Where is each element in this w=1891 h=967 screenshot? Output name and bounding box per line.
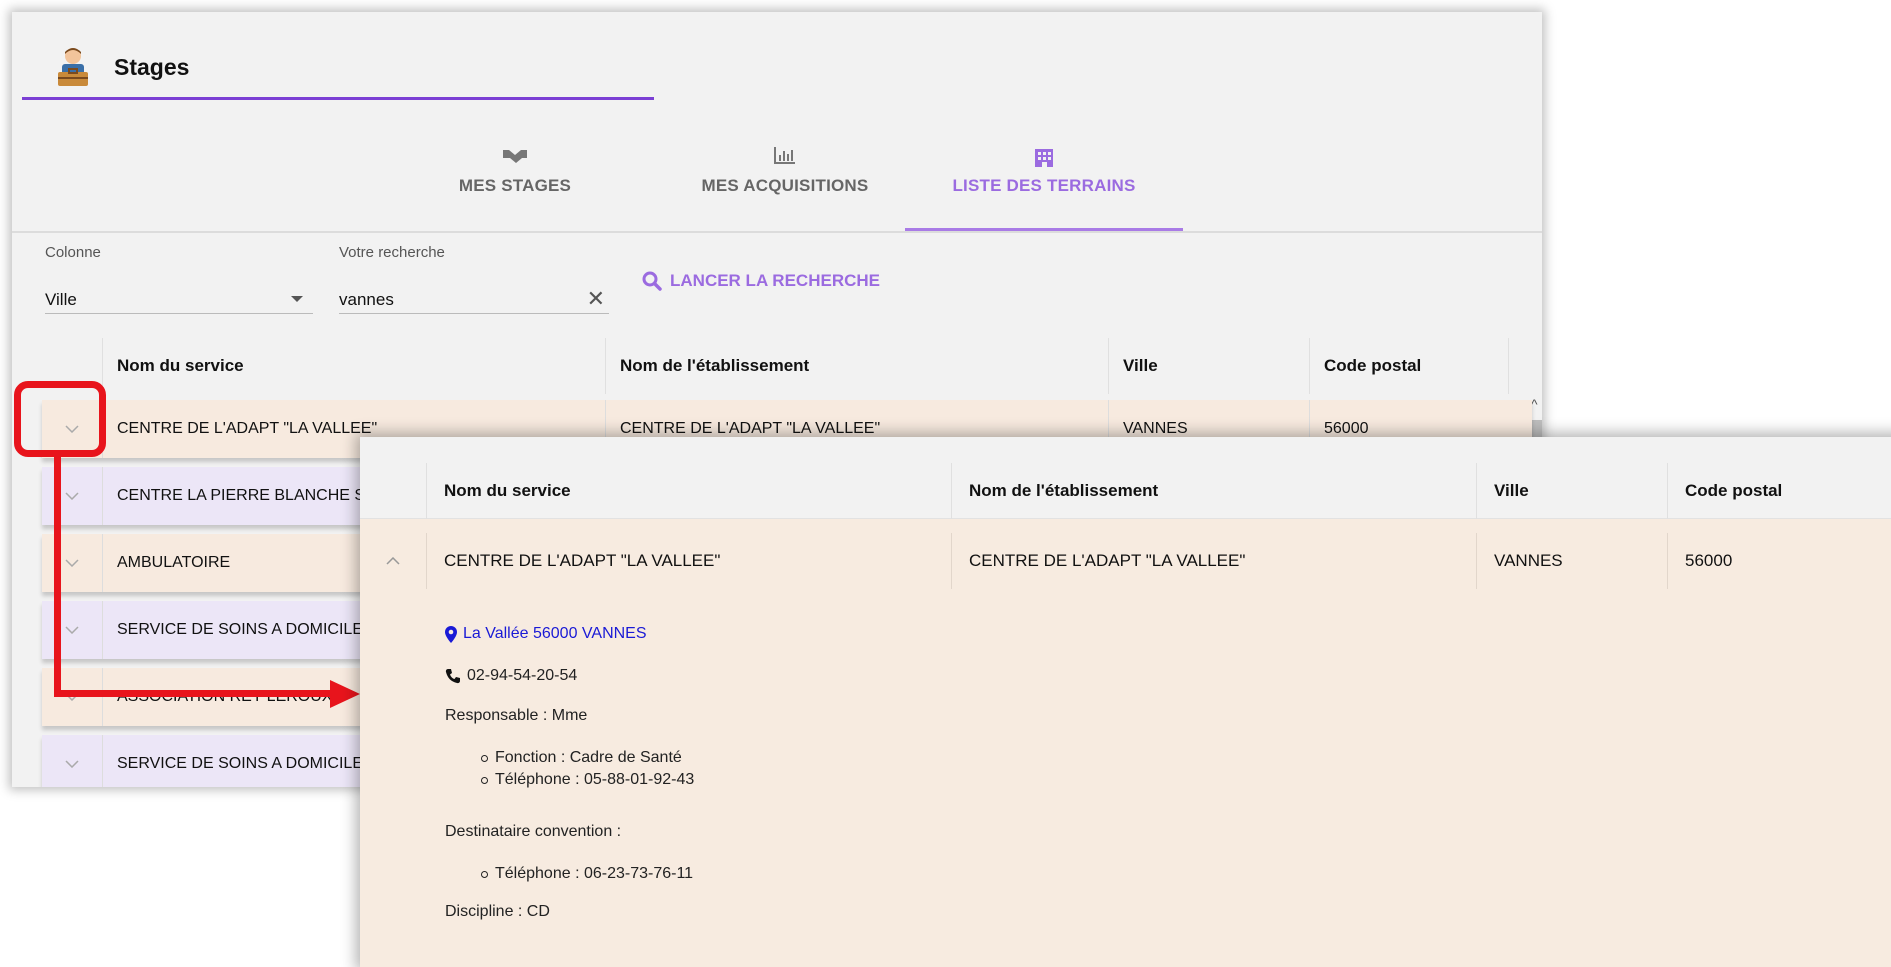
discipline-text: Discipline : CD	[445, 903, 550, 920]
responsable-list: Fonction : Cadre de Santé Téléphone : 05…	[481, 747, 694, 791]
list-item: Téléphone : 05-88-01-92-43	[481, 769, 694, 791]
detail-cell-service: CENTRE DE L'ADAPT "LA VALLEE"	[426, 533, 951, 589]
phone-icon	[445, 669, 460, 684]
detail-column-header-etablissement[interactable]: Nom de l'établissement	[951, 463, 1476, 519]
address-link[interactable]: La Vallée 56000 VANNES	[445, 625, 647, 643]
arrow-line-vertical	[54, 457, 61, 697]
colonne-select[interactable]: Ville	[45, 282, 313, 314]
detail-column-header-code-postal[interactable]: Code postal	[1667, 463, 1891, 519]
chevron-down-icon[interactable]	[42, 668, 102, 726]
column-header-ville[interactable]: Ville	[1108, 338, 1309, 394]
tab-mes-stages[interactable]: MES STAGES	[440, 146, 590, 232]
chevron-down-icon[interactable]	[42, 735, 102, 787]
bar-chart-icon	[675, 146, 895, 172]
phone-line: 02-94-54-20-54	[445, 667, 577, 685]
detail-cell-etablissement: CENTRE DE L'ADAPT "LA VALLEE"	[951, 533, 1476, 589]
detail-table-header: Nom du service Nom de l'établissement Vi…	[360, 437, 1891, 519]
lancer-recherche-label: LANCER LA RECHERCHE	[670, 271, 880, 290]
list-item: Téléphone : 06-23-73-76-11	[481, 863, 693, 885]
detail-cell-ville: VANNES	[1476, 533, 1667, 589]
search-icon	[642, 271, 662, 291]
tab-mes-acquisitions-label: MES ACQUISITIONS	[701, 176, 869, 195]
colonne-select-value: Ville	[45, 290, 77, 309]
arrow-line-horizontal	[54, 690, 334, 697]
chevron-down-icon[interactable]	[42, 467, 102, 525]
expanded-table-row[interactable]: CENTRE DE L'ADAPT "LA VALLEE" CENTRE DE …	[360, 533, 1891, 589]
caret-down-icon	[291, 296, 303, 302]
phone-text: 02-94-54-20-54	[467, 667, 578, 684]
arrow-right-icon	[330, 680, 360, 708]
list-item: Fonction : Cadre de Santé	[481, 747, 694, 769]
intern-briefcase-icon	[58, 48, 88, 86]
map-pin-icon	[445, 625, 457, 643]
clear-icon[interactable]: ✕	[587, 286, 605, 312]
tab-liste-des-terrains-label: LISTE DES TERRAINS	[952, 176, 1136, 195]
detail-window: Nom du service Nom de l'établissement Vi…	[360, 437, 1891, 967]
responsable-text: Responsable : Mme	[445, 707, 588, 724]
detail-column-header-service[interactable]: Nom du service	[426, 463, 951, 519]
highlight-box	[14, 381, 106, 457]
detail-column-header-ville[interactable]: Ville	[1476, 463, 1667, 519]
page-title: Stages	[114, 54, 190, 80]
chevron-down-icon[interactable]	[42, 601, 102, 659]
table-header: Nom du service Nom de l'établissement Vi…	[42, 338, 1532, 394]
column-header-service[interactable]: Nom du service	[102, 338, 605, 394]
tab-liste-des-terrains[interactable]: LISTE DES TERRAINS	[905, 146, 1183, 232]
destinataire-text: Destinataire convention :	[445, 823, 622, 840]
handshake-icon	[440, 146, 590, 172]
detail-cell-code-postal: 56000	[1667, 533, 1891, 589]
tab-mes-stages-label: MES STAGES	[458, 176, 572, 195]
building-icon	[905, 146, 1183, 172]
address-text: La Vallée 56000 VANNES	[463, 625, 647, 642]
search-input[interactable]: vannes ✕	[339, 282, 609, 314]
destinataire-list: Téléphone : 06-23-73-76-11	[481, 863, 693, 885]
column-header-code-postal[interactable]: Code postal	[1309, 338, 1509, 394]
recherche-label: Votre recherche	[339, 244, 445, 261]
page-header: Stages	[22, 12, 654, 100]
tab-mes-acquisitions[interactable]: MES ACQUISITIONS	[675, 146, 895, 232]
search-input-value: vannes	[339, 290, 394, 309]
lancer-recherche-button[interactable]: LANCER LA RECHERCHE	[642, 266, 880, 296]
chevron-down-icon[interactable]	[42, 534, 102, 592]
column-header-etablissement[interactable]: Nom de l'établissement	[605, 338, 1108, 394]
tabs-divider	[12, 231, 1542, 233]
colonne-label: Colonne	[45, 244, 101, 261]
chevron-up-icon[interactable]	[360, 533, 426, 589]
